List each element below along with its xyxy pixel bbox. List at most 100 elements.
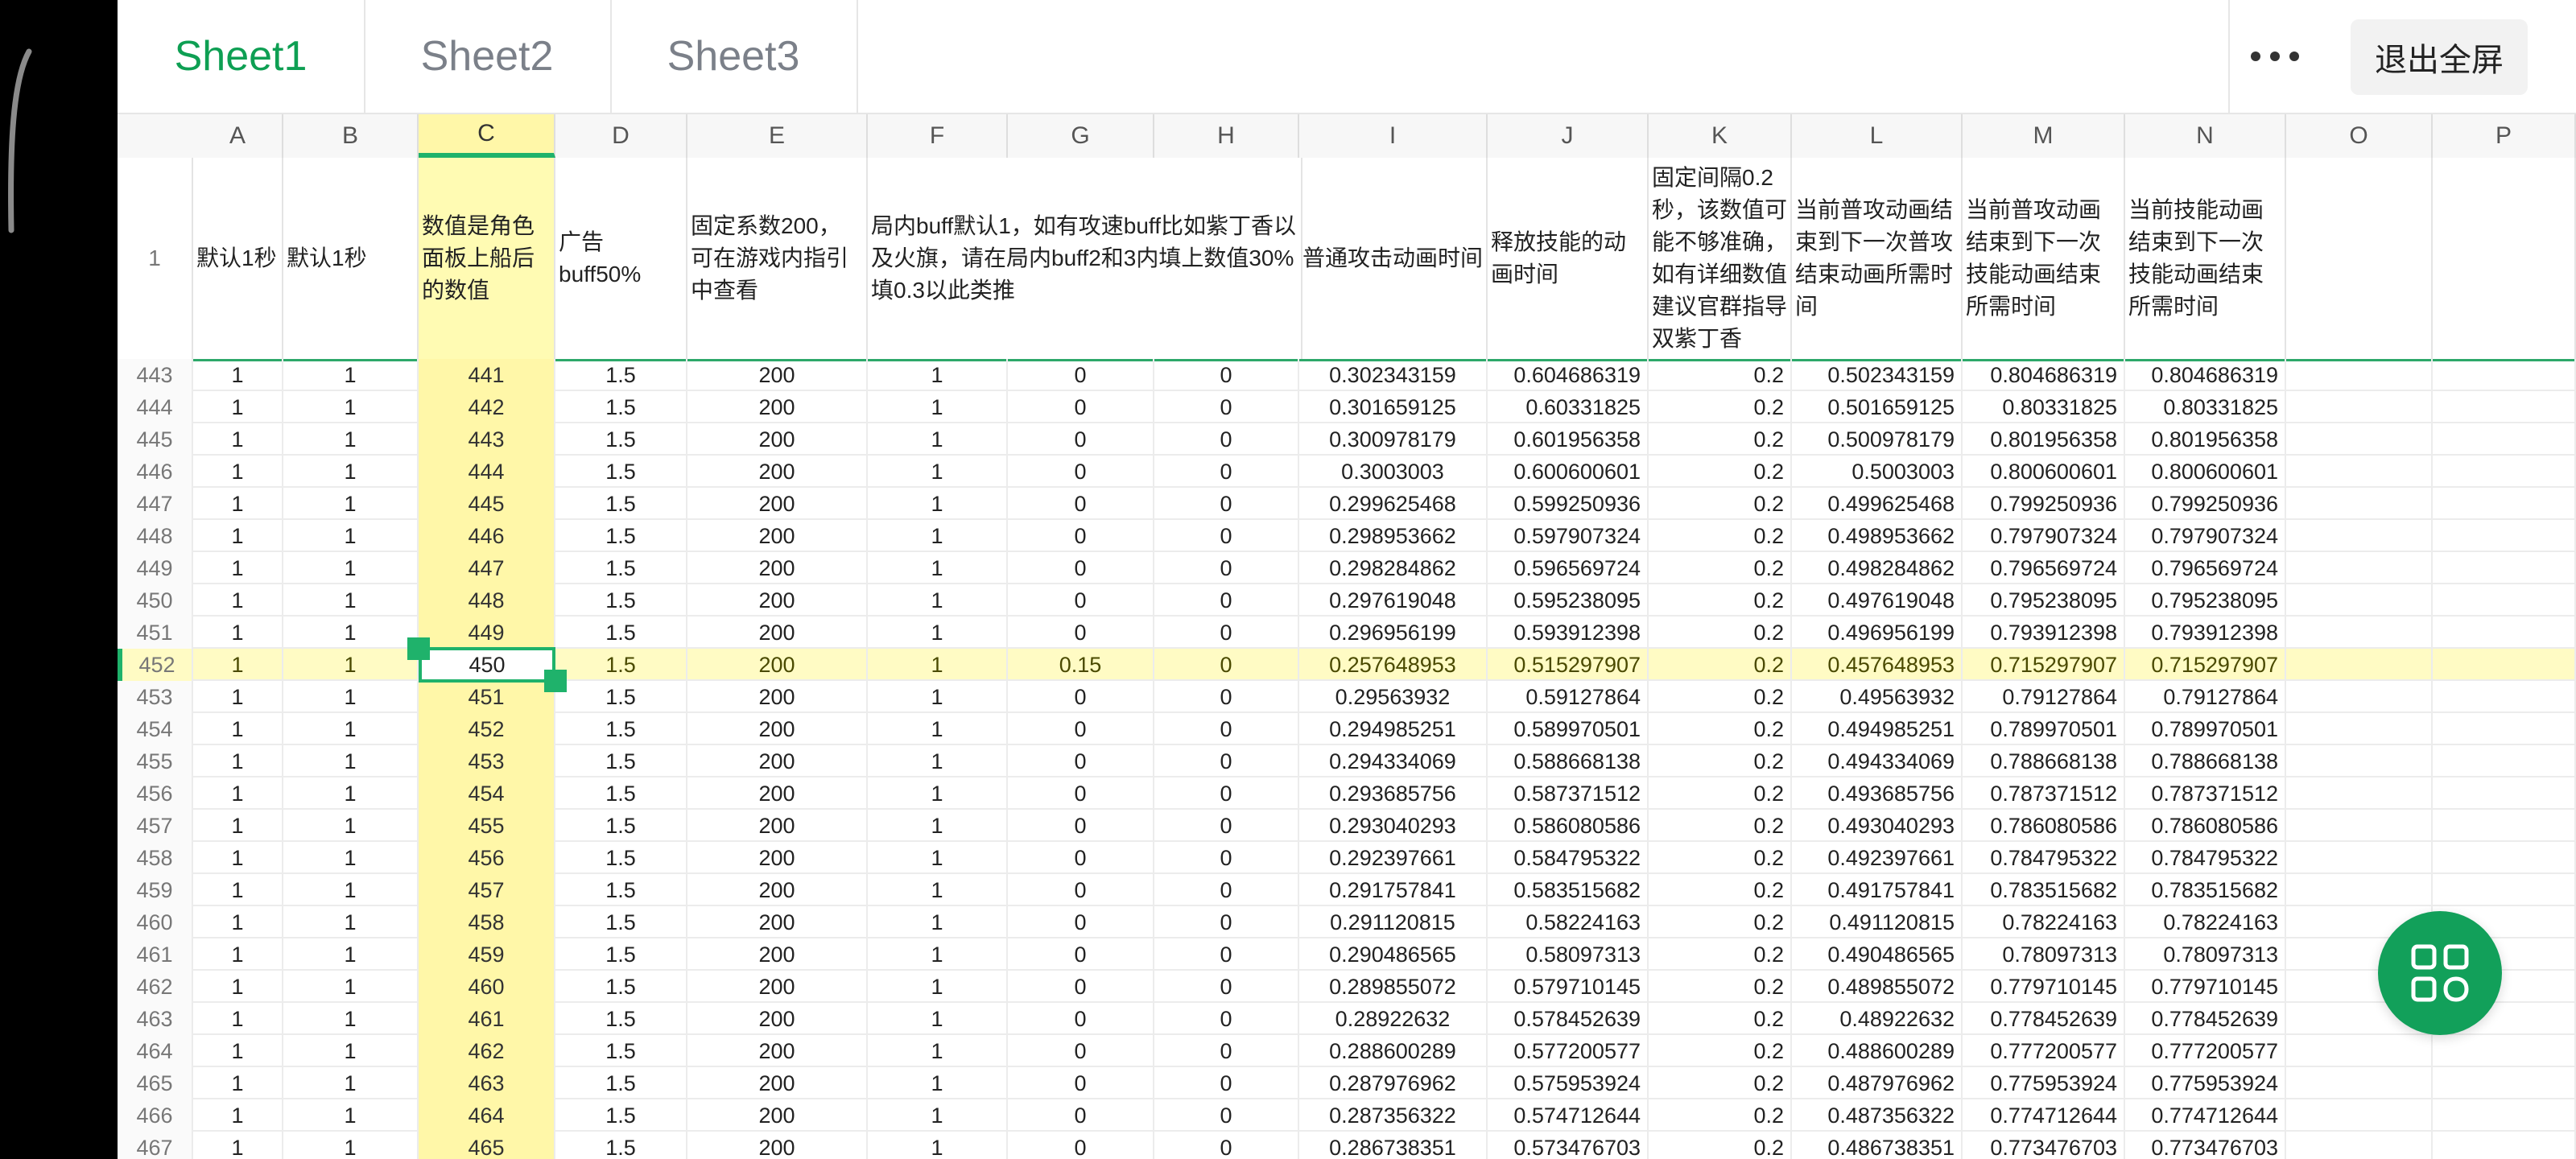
cell-n[interactable]: 0.795238095 [2125, 584, 2286, 617]
cell-f[interactable]: 1 [868, 1003, 1008, 1035]
cell-e[interactable]: 200 [687, 681, 868, 713]
cell-l[interactable]: 0.498284862 [1792, 552, 1963, 584]
cell-c[interactable]: 442 [419, 391, 555, 423]
cell-f[interactable]: 1 [868, 1035, 1008, 1067]
cell-e[interactable]: 200 [687, 423, 868, 456]
selection-handle-start[interactable] [407, 637, 430, 660]
cell-g[interactable]: 0 [1008, 745, 1154, 777]
cell-h[interactable]: 0 [1154, 1035, 1299, 1067]
cell-g[interactable]: 0 [1008, 810, 1154, 842]
cell-b[interactable]: 1 [283, 1003, 419, 1035]
column-header-b[interactable]: B [283, 114, 419, 158]
cell-c[interactable]: 460 [419, 971, 555, 1003]
cell-n[interactable]: 0.788668138 [2125, 745, 2286, 777]
cell-g[interactable]: 0.15 [1008, 649, 1154, 681]
cell-e[interactable]: 200 [687, 391, 868, 423]
cell-n[interactable]: 0.789970501 [2125, 713, 2286, 745]
cell-k[interactable]: 0.2 [1649, 423, 1792, 456]
cell-e[interactable]: 200 [687, 1035, 868, 1067]
cell-d[interactable]: 1.5 [555, 391, 687, 423]
cell-e[interactable]: 200 [687, 584, 868, 617]
cell-o[interactable] [2286, 488, 2433, 520]
row-number[interactable]: 450 [118, 584, 193, 617]
cell-k[interactable]: 0.2 [1649, 1003, 1792, 1035]
cell-n[interactable]: 0.801956358 [2125, 423, 2286, 456]
cell-l[interactable]: 0.48922632 [1792, 1003, 1963, 1035]
cell-f[interactable]: 1 [868, 584, 1008, 617]
cell-e[interactable]: 200 [687, 874, 868, 906]
cell-f[interactable]: 1 [868, 810, 1008, 842]
cell-h[interactable]: 0 [1154, 1003, 1299, 1035]
cell-h[interactable]: 0 [1154, 1067, 1299, 1099]
cell-m[interactable]: 0.793912398 [1963, 617, 2125, 649]
header-cell-a[interactable]: 默认1秒 [193, 158, 283, 359]
cell-o[interactable] [2286, 681, 2433, 713]
cell-g[interactable]: 0 [1008, 777, 1154, 810]
cell-c[interactable]: 449 [419, 617, 555, 649]
column-header-j[interactable]: J [1488, 114, 1649, 158]
apps-grid-button[interactable] [2378, 911, 2502, 1035]
cell-n[interactable]: 0.796569724 [2125, 552, 2286, 584]
cell-j[interactable]: 0.515297907 [1488, 649, 1649, 681]
cell-g[interactable]: 0 [1008, 874, 1154, 906]
column-header-i[interactable]: I [1299, 114, 1488, 158]
cell-c[interactable]: 455 [419, 810, 555, 842]
cell-j[interactable]: 0.583515682 [1488, 874, 1649, 906]
cell-n[interactable]: 0.784795322 [2125, 842, 2286, 874]
row-number[interactable]: 465 [118, 1067, 193, 1099]
cell-m[interactable]: 0.804686319 [1963, 359, 2125, 391]
cell-m[interactable]: 0.801956358 [1963, 423, 2125, 456]
cell-e[interactable]: 200 [687, 552, 868, 584]
row-number[interactable]: 447 [118, 488, 193, 520]
cell-o[interactable] [2286, 713, 2433, 745]
cell-h[interactable]: 0 [1154, 584, 1299, 617]
header-cell-f[interactable]: 局内buff默认1，如有攻速buff比如紫丁香以及火旗，请在局内buff2和3内… [868, 158, 1302, 359]
row-number[interactable]: 445 [118, 423, 193, 456]
cell-e[interactable]: 200 [687, 906, 868, 938]
cell-c[interactable]: 445 [419, 488, 555, 520]
cell-g[interactable]: 0 [1008, 488, 1154, 520]
cell-b[interactable]: 1 [283, 681, 419, 713]
cell-k[interactable]: 0.2 [1649, 1132, 1792, 1159]
tab-sheet2[interactable]: Sheet2 [364, 0, 612, 113]
cell-f[interactable]: 1 [868, 681, 1008, 713]
cell-l[interactable]: 0.501659125 [1792, 391, 1963, 423]
cell-a[interactable]: 1 [193, 938, 283, 971]
cell-f[interactable]: 1 [868, 423, 1008, 456]
cell-p[interactable] [2433, 391, 2576, 423]
cell-d[interactable]: 1.5 [555, 810, 687, 842]
cell-e[interactable]: 200 [687, 1132, 868, 1159]
row-number[interactable]: 464 [118, 1035, 193, 1067]
cell-j[interactable]: 0.573476703 [1488, 1132, 1649, 1159]
cell-g[interactable]: 0 [1008, 1003, 1154, 1035]
cell-g[interactable]: 0 [1008, 584, 1154, 617]
cell-l[interactable]: 0.491757841 [1792, 874, 1963, 906]
cell-a[interactable]: 1 [193, 456, 283, 488]
cell-n[interactable]: 0.78097313 [2125, 938, 2286, 971]
cell-o[interactable] [2286, 359, 2433, 391]
cell-c[interactable]: 463 [419, 1067, 555, 1099]
row-number[interactable]: 458 [118, 842, 193, 874]
cell-g[interactable]: 0 [1008, 938, 1154, 971]
cell-b[interactable]: 1 [283, 649, 419, 681]
cell-i[interactable]: 0.28922632 [1299, 1003, 1488, 1035]
cell-i[interactable]: 0.290486565 [1299, 938, 1488, 971]
cell-d[interactable]: 1.5 [555, 1067, 687, 1099]
cell-l[interactable]: 0.498953662 [1792, 520, 1963, 552]
cell-j[interactable]: 0.587371512 [1488, 777, 1649, 810]
cell-f[interactable]: 1 [868, 617, 1008, 649]
cell-c[interactable]: 456 [419, 842, 555, 874]
cell-l[interactable]: 0.493685756 [1792, 777, 1963, 810]
cell-k[interactable]: 0.2 [1649, 713, 1792, 745]
cell-p[interactable] [2433, 777, 2576, 810]
cell-e[interactable]: 200 [687, 1003, 868, 1035]
header-cell-n[interactable]: 当前技能动画结束到下一次技能动画结束所需时间 [2125, 158, 2286, 359]
cell-h[interactable]: 0 [1154, 423, 1299, 456]
row-number[interactable]: 444 [118, 391, 193, 423]
row-number[interactable]: 449 [118, 552, 193, 584]
cell-a[interactable]: 1 [193, 745, 283, 777]
cell-b[interactable]: 1 [283, 1132, 419, 1159]
cell-l[interactable]: 0.494334069 [1792, 745, 1963, 777]
cell-o[interactable] [2286, 1099, 2433, 1132]
cell-d[interactable]: 1.5 [555, 456, 687, 488]
